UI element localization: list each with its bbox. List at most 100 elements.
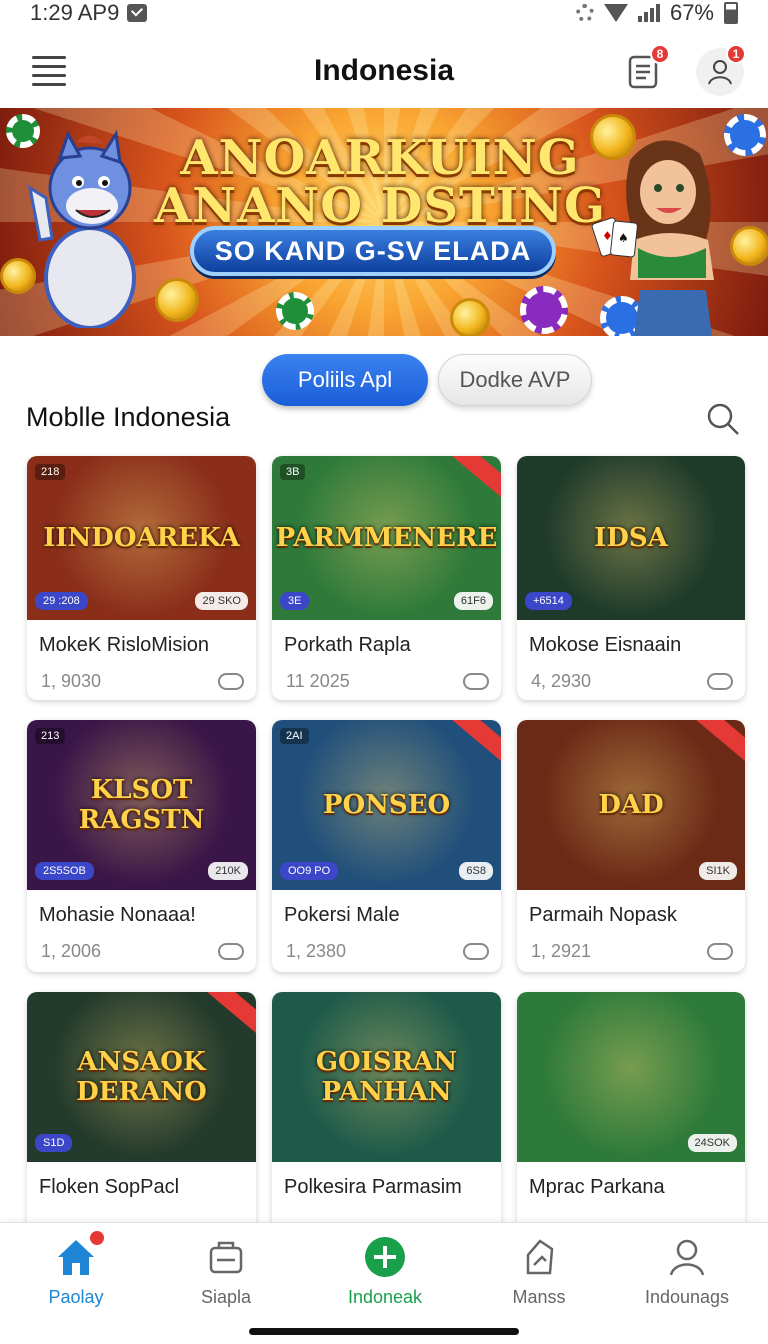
game-tag-top: 213 — [35, 728, 66, 744]
status-bar: 1:29 AP9 67% — [0, 0, 768, 26]
player-count: 1, 2006 — [41, 941, 102, 961]
battery-level: 67% — [669, 0, 714, 25]
game-name: Porkath Rapla — [284, 634, 411, 656]
game-name: Mohasie Nonaaa! — [39, 904, 196, 926]
nav-item-profile[interactable]: Indounags — [627, 1235, 747, 1308]
game-card[interactable]: GOISRAN PANHAN Polkesira Parmasim — [272, 992, 501, 1244]
signal-icon — [637, 4, 660, 22]
game-thumbnail: KLSOT RAGSTN 213 2S5SOB 210K — [27, 720, 256, 890]
chat-icon[interactable] — [707, 943, 733, 960]
nav-label: Paolay — [48, 1287, 104, 1307]
nav-item-manss[interactable]: Manss — [479, 1235, 599, 1308]
search-icon — [707, 403, 739, 435]
promo-banner[interactable]: ANOARKUING ANANO DSTING SO KAND G-SV ELA… — [0, 108, 768, 336]
nav-label: Manss — [512, 1287, 566, 1307]
nav-item-add[interactable]: Indoneak — [325, 1235, 445, 1308]
game-tag-right: SI1K — [699, 862, 737, 880]
status-left: 1:29 AP9 — [30, 0, 148, 26]
game-art-title: IINDOAREKA — [43, 523, 240, 553]
game-tag-top: 2AI — [280, 728, 309, 744]
game-thumbnail: IDSA +6514 — [517, 456, 745, 620]
game-tag-left: S1D — [35, 1134, 73, 1152]
chat-icon[interactable] — [463, 943, 489, 960]
game-thumbnail: PARMMENERE 3B 3E 61F6 — [272, 456, 501, 620]
game-thumbnail: GOISRAN PANHAN — [272, 992, 501, 1162]
game-meta: 1, 9030 — [27, 657, 256, 692]
tag-icon — [517, 1235, 561, 1279]
player-count: 11 2025 — [286, 671, 350, 691]
svg-text:♦: ♦ — [602, 229, 613, 243]
game-card[interactable]: DAD SI1K Parmaih Nopask 1, 2921 — [517, 720, 745, 972]
chat-icon[interactable] — [707, 673, 733, 690]
game-name: Polkesira Parmasim — [284, 1176, 462, 1198]
tab-primary[interactable]: Poliils Apl — [262, 354, 428, 406]
mascot-wolf-image — [27, 129, 136, 328]
game-meta: 11 2025 — [272, 657, 501, 692]
search-button[interactable] — [706, 402, 740, 436]
home-icon — [54, 1231, 104, 1279]
game-name: Mprac Parkana — [529, 1176, 665, 1198]
game-thumbnail: PONSEO 2AI OO9 PO 6S8 — [272, 720, 501, 890]
chat-icon[interactable] — [463, 673, 489, 690]
home-indicator — [249, 1328, 519, 1335]
game-tag-right: 29 SKO — [195, 592, 248, 610]
game-name: Parmaih Nopask — [529, 904, 677, 926]
game-name: Pokersi Male — [284, 904, 400, 926]
new-ribbon — [451, 720, 501, 765]
chat-icon[interactable] — [218, 943, 244, 960]
profile-button[interactable]: 1 — [696, 44, 746, 96]
game-name: Mokose Eisnaain — [529, 634, 682, 656]
nav-item-home[interactable]: Paolay — [16, 1231, 136, 1308]
game-card[interactable]: IINDOAREKA 218 29 :208 29 SKO MokeK RisloMis… — [27, 456, 256, 700]
player-count: 1, 9030 — [41, 671, 102, 691]
game-grid: IINDOAREKA 218 29 :208 29 SKO MokeK RisloMis… — [27, 456, 745, 1244]
game-meta: 1, 2006 — [27, 927, 256, 962]
player-count: 1, 2380 — [286, 941, 347, 961]
game-art-title: PONSEO — [322, 790, 451, 820]
new-ribbon — [206, 992, 256, 1037]
game-name: Floken SopPacl — [39, 1176, 180, 1198]
plus-circle-icon — [363, 1235, 407, 1279]
tasks-button[interactable]: 8 — [620, 44, 670, 96]
player-count: 4, 2930 — [531, 671, 592, 691]
game-tag-left: 3E — [280, 592, 310, 610]
game-card[interactable]: PARMMENERE 3B 3E 61F6 Porkath Rapla 11 2025 — [272, 456, 501, 700]
nav-item-siapla[interactable]: Siapla — [166, 1235, 286, 1308]
bottom-navigation: Paolay Siapla Indoneak Manss Indounags — [0, 1222, 768, 1344]
tasks-badge: 8 — [650, 44, 670, 64]
game-meta: 1, 2921 — [517, 927, 745, 962]
tab-secondary[interactable]: Dodke AVP — [438, 354, 592, 406]
player-count: 1, 2921 — [531, 941, 592, 961]
game-thumbnail: 24SOK — [517, 992, 745, 1162]
wifi-icon — [603, 4, 628, 22]
game-tag-left: 2S5SOB — [35, 862, 94, 880]
game-name: MokeK RisloMision — [39, 634, 210, 656]
nav-label: Indounags — [644, 1287, 730, 1307]
game-tag-right: 24SOK — [687, 1134, 737, 1152]
game-card[interactable]: 24SOK Mprac Parkana — [517, 992, 745, 1244]
game-art-title: PARMMENERE — [275, 523, 498, 553]
chat-icon[interactable] — [218, 673, 244, 690]
game-art-title: IDSA — [594, 523, 668, 553]
notification-icon — [127, 4, 148, 22]
game-card[interactable]: ANSAOK DERANO S1D Floken SopPacl — [27, 992, 256, 1244]
briefcase-icon — [204, 1235, 248, 1279]
settings-icon — [575, 4, 594, 22]
nav-label: Indoneak — [347, 1287, 423, 1307]
game-tag-left: OO9 PO — [280, 862, 339, 880]
new-ribbon — [451, 456, 501, 501]
game-tag-top: 3B — [280, 464, 306, 480]
game-meta: 1, 2380 — [272, 927, 501, 962]
user-icon — [665, 1235, 709, 1279]
game-art-title: DAD — [598, 790, 664, 820]
game-art-title: ANSAOK DERANO — [76, 1047, 207, 1107]
game-card[interactable]: KLSOT RAGSTN 213 2S5SOB 210K Mohasie Nonaaa!… — [27, 720, 256, 972]
game-card[interactable]: IDSA +6514 Mokose Eisnaain 4, 2930 — [517, 456, 745, 700]
game-art-title: GOISRAN PANHAN — [315, 1047, 458, 1107]
game-tag-right: 61F6 — [453, 592, 493, 610]
status-time: 1:29 AP9 — [30, 0, 120, 25]
game-card[interactable]: PONSEO 2AI OO9 PO 6S8 Pokersi Male 1, 2380 — [272, 720, 501, 972]
battery-icon — [724, 2, 738, 24]
banner-subtitle: SO KAND G-SV ELADA — [190, 226, 556, 276]
banner-title: ANOARKUING ANANO DSTING — [150, 134, 610, 230]
